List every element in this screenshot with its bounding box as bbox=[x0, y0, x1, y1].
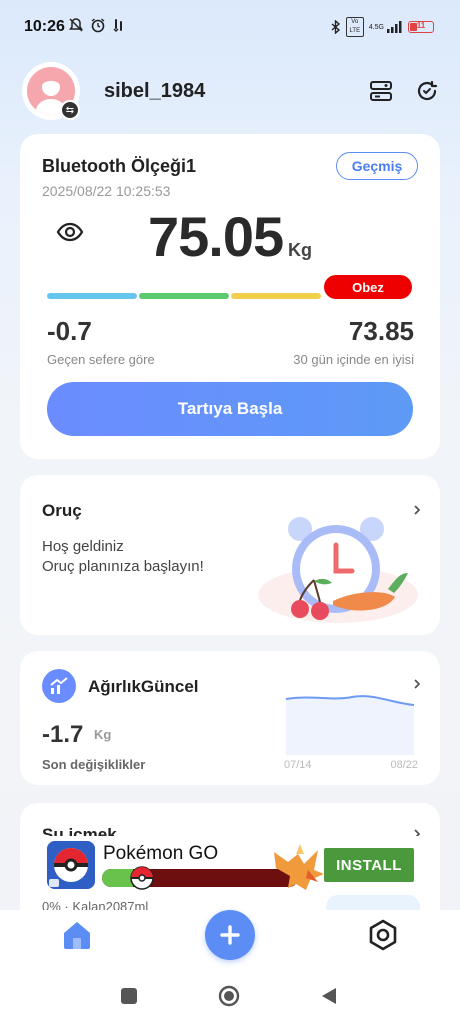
recent-apps-button[interactable] bbox=[120, 987, 138, 1010]
app-header: ⇆ sibel_1984 bbox=[0, 62, 460, 122]
recent-changes-label: Son değişiklikler bbox=[42, 757, 146, 772]
measurement-date: 2025/08/22 10:25:53 bbox=[42, 183, 171, 199]
status-right: Vo LTE 4.5G 11 bbox=[331, 17, 434, 37]
weight-sparkline bbox=[285, 695, 415, 755]
circle-icon bbox=[218, 985, 240, 1007]
fasting-card[interactable]: Oruç Hoş geldiniz Oruç planınıza başlayı… bbox=[20, 475, 440, 635]
signal-activity-icon bbox=[113, 19, 122, 32]
status-time: 10:26 bbox=[24, 18, 65, 35]
install-button[interactable]: INSTALL bbox=[324, 848, 414, 882]
ad-app-name: Pokémon GO bbox=[103, 843, 219, 864]
fasting-title: Oruç bbox=[42, 501, 82, 520]
status-bar: 10:26 Vo LTE 4.5G 11 bbox=[0, 0, 460, 52]
pokemon-go-app-icon[interactable] bbox=[47, 841, 95, 889]
refresh-icon bbox=[417, 80, 438, 101]
device-name: Bluetooth Ölçeği1 bbox=[42, 156, 197, 176]
status-left-icons bbox=[68, 17, 126, 33]
fasting-welcome: Hoş geldiniz bbox=[42, 538, 124, 555]
ad-progress-fill bbox=[102, 869, 134, 887]
fasting-prompt: Oruç planınıza başlayın! bbox=[42, 558, 204, 575]
trend-up-icon bbox=[42, 669, 76, 703]
settings-tab[interactable] bbox=[366, 918, 400, 952]
back-triangle-icon bbox=[322, 988, 336, 1004]
bmi-bar-normal bbox=[139, 293, 229, 299]
device-list-icon bbox=[370, 81, 392, 101]
battery-icon: 11 bbox=[408, 21, 434, 33]
best-label: 30 gün içinde en iyisi bbox=[293, 352, 414, 367]
network-type: 4.5G bbox=[368, 23, 384, 31]
chevron-right-icon bbox=[414, 679, 421, 689]
dragon-character-image bbox=[274, 844, 324, 890]
add-button[interactable] bbox=[205, 910, 255, 960]
plus-icon bbox=[220, 925, 240, 945]
device-list-button[interactable] bbox=[366, 76, 396, 106]
change-value: -0.7 bbox=[47, 316, 92, 346]
status-badge: Obez bbox=[324, 275, 412, 299]
change-label: Geçen sefere göre bbox=[47, 352, 155, 367]
weight-change-unit: Kg bbox=[94, 727, 112, 742]
start-weighing-button[interactable]: Tartıya Başla bbox=[47, 382, 413, 436]
mute-bell-icon bbox=[69, 18, 83, 32]
chevron-right-icon bbox=[414, 505, 421, 515]
bmi-bar-underweight bbox=[47, 293, 137, 299]
bmi-bar-overweight bbox=[231, 293, 321, 299]
sync-button[interactable] bbox=[412, 76, 442, 106]
bluetooth-icon bbox=[331, 20, 340, 34]
weight-trend-card[interactable]: AğırlıkGüncel -1.7 Kg Son değişiklikler … bbox=[20, 651, 440, 785]
history-button[interactable]: Geçmiş bbox=[336, 152, 418, 180]
system-navigation bbox=[0, 970, 460, 1024]
weight-trend-title: AğırlıkGüncel bbox=[88, 677, 199, 696]
eye-icon[interactable] bbox=[56, 222, 84, 247]
weight-value: 75.05 bbox=[148, 205, 284, 268]
ad-banner[interactable]: Pokémon GO INSTALL bbox=[40, 836, 420, 892]
battery-level: 11 bbox=[416, 21, 426, 30]
clock-food-illustration bbox=[258, 517, 418, 623]
square-icon bbox=[121, 988, 137, 1004]
weight-unit: Kg bbox=[288, 240, 312, 260]
volte-badge: Vo LTE bbox=[345, 17, 364, 37]
weight-change-value: -1.7 bbox=[42, 721, 84, 748]
switch-user-icon[interactable]: ⇆ bbox=[60, 100, 80, 120]
bottom-nav bbox=[0, 910, 460, 970]
back-button[interactable] bbox=[320, 986, 338, 1011]
pokeball-icon bbox=[130, 866, 154, 890]
alarm-icon bbox=[91, 18, 105, 33]
scale-card: Bluetooth Ölçeği1 2025/08/22 10:25:53 Ge… bbox=[20, 134, 440, 459]
chart-date-start: 07/14 bbox=[284, 759, 312, 771]
cell-signal-icon bbox=[387, 21, 402, 33]
best-value: 73.85 bbox=[348, 316, 414, 346]
chart-date-end: 08/22 bbox=[390, 759, 418, 771]
home-tab[interactable] bbox=[60, 918, 94, 952]
home-icon bbox=[64, 922, 90, 949]
hexagon-settings-icon bbox=[369, 919, 397, 951]
username: sibel_1984 bbox=[104, 80, 206, 102]
home-system-button[interactable] bbox=[218, 985, 240, 1012]
